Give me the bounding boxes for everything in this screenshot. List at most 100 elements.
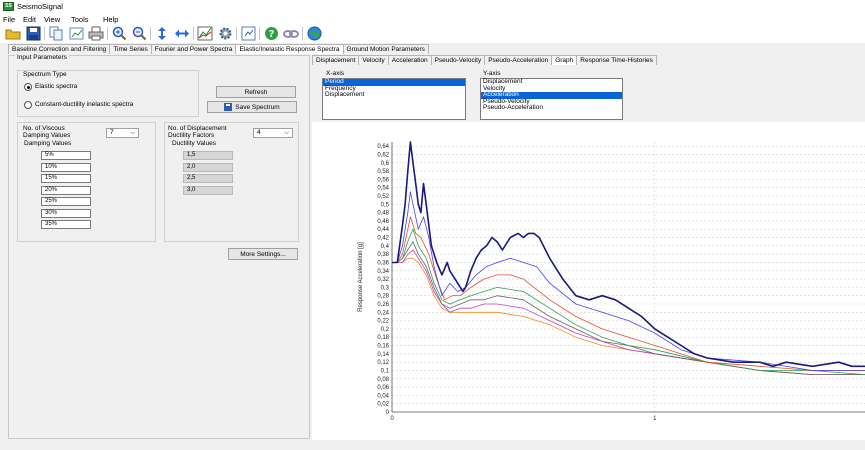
menu-help[interactable]: Help (103, 15, 118, 24)
y-axis-listbox[interactable]: Displacement Velocity Acceleration Pseud… (480, 78, 623, 120)
axis-selection-area: X-axis Period Frequency Displacement Y-a… (312, 65, 865, 122)
y-tick-label: 0,08 (377, 377, 389, 383)
viscous-label: No. of Viscous Damping Values (23, 125, 71, 139)
menu-tools[interactable]: Tools (71, 15, 89, 24)
refresh-label: Refresh (244, 88, 268, 96)
damping-cell[interactable]: 35% (41, 220, 91, 229)
elastic-radio[interactable] (24, 83, 32, 91)
chart-settings-icon[interactable] (196, 25, 214, 42)
ductility-label: No. of Displacement Ductility Factors (168, 125, 227, 139)
title-bar: SS SeismoSignal (0, 0, 865, 14)
globe-icon[interactable] (305, 25, 323, 42)
more-settings-button[interactable]: More Settings... (228, 248, 298, 260)
tab-baseline-correction[interactable]: Baseline Correction and Filtering (8, 44, 111, 54)
y-axis-label: Y-axis (483, 70, 501, 77)
damping-cell[interactable]: 20% (41, 185, 91, 195)
tab-pseudo-velocity[interactable]: Pseudo-Velocity (430, 55, 486, 65)
inelastic-label: Constant-ductility inelastic spectra (35, 101, 134, 108)
y-tick-label: 0,12 (377, 360, 389, 366)
tab-time-series[interactable]: Time Series (109, 44, 152, 54)
ductility-group: No. of Displacement Ductility Factors 4 ⌵ … (164, 122, 299, 242)
y-tick-label: 0,4 (381, 244, 390, 250)
y-tick-label: 0,14 (377, 352, 389, 358)
toolbar-separator (107, 27, 108, 40)
y-tick-label: 0,5 (381, 202, 390, 208)
print-icon[interactable] (87, 25, 105, 42)
y-tick-label: 0,18 (377, 335, 389, 341)
menu-file[interactable]: File (3, 15, 15, 24)
tab-acceleration[interactable]: Acceleration (387, 55, 432, 65)
y-tick-label: 0,04 (377, 393, 389, 399)
toolbar-separator (259, 27, 260, 40)
tab-fourier-power[interactable]: Fourier and Power Spectra (150, 44, 237, 54)
refresh-button[interactable]: Refresh (216, 86, 296, 98)
menu-view[interactable]: View (44, 15, 60, 24)
y-tick-label: 0,26 (377, 302, 389, 308)
damping-cell[interactable]: 5% (41, 151, 91, 160)
toolbar-separator (193, 27, 194, 40)
vertical-arrows-icon[interactable] (153, 25, 171, 42)
response-spectra-chart[interactable]: 0 0,02 0,04 0,06 0,08 0,1 0,12 0,14 0,16 0,18 0,2 0… (312, 122, 865, 440)
y-tick-label: 0,16 (377, 344, 389, 350)
more-settings-label: More Settings... (240, 250, 286, 258)
y-tick-label: 0,22 (377, 319, 389, 325)
save-spectrum-label: Save Spectrum (235, 103, 280, 111)
y-tick-label: 0,28 (377, 294, 389, 300)
open-folder-icon[interactable] (4, 25, 22, 42)
series-line (392, 216, 865, 371)
save-icon[interactable] (24, 25, 42, 42)
ductility-cell: 3,0 (183, 185, 233, 195)
damping-cell[interactable]: 25% (41, 197, 91, 206)
tab-velocity[interactable]: Velocity (358, 55, 389, 65)
zoom-in-icon[interactable] (110, 25, 128, 42)
viscous-count-select[interactable]: 7 ⌵ (106, 128, 139, 138)
y-tick-label: 0,62 (377, 152, 389, 158)
tab-ground-motion[interactable]: Ground Motion Parameters (342, 44, 429, 54)
tab-response-time-histories[interactable]: Response Time-Histories (576, 55, 657, 65)
tab-response-spectra[interactable]: Elastic/Inelastic Response Spectra (235, 44, 344, 54)
toolbar-separator (150, 27, 151, 40)
chart-copy-icon[interactable] (67, 25, 85, 42)
inelastic-radio[interactable] (24, 101, 32, 109)
copy-icon[interactable] (47, 25, 65, 42)
ductility-values-header: Ductility Values (172, 140, 216, 147)
y-tick-label: 0,24 (377, 310, 389, 316)
y-tick-label: 0,64 (377, 144, 389, 150)
ductility-cell: 1,5 (183, 151, 233, 160)
damping-cell[interactable]: 10% (41, 162, 91, 172)
zoom-out-icon[interactable] (130, 25, 148, 42)
toolbar: ? (0, 25, 865, 43)
tab-pseudo-acceleration[interactable]: Pseudo-Acceleration (484, 55, 553, 65)
toolbar-separator (44, 27, 45, 40)
damping-values-header: Damping Values (24, 140, 72, 147)
x-axis-option[interactable]: Displacement (323, 91, 465, 99)
x-axis-listbox[interactable]: Period Frequency Displacement (322, 78, 466, 120)
help-icon[interactable]: ? (262, 25, 280, 42)
panel-header: Input Parameters (15, 54, 69, 61)
x-tick-label: 1 (653, 416, 657, 422)
tab-graph[interactable]: Graph (551, 55, 578, 65)
toolbar-separator (236, 27, 237, 40)
save-spectrum-button[interactable]: Save Spectrum (207, 101, 297, 113)
menu-edit[interactable]: Edit (23, 15, 36, 24)
graph-panel: 0 0,02 0,04 0,06 0,08 0,1 0,12 0,14 0,16 0,18 0,2 0… (312, 122, 865, 440)
gear-icon[interactable] (216, 25, 234, 42)
link-icon[interactable] (282, 25, 300, 42)
ductility-count-select[interactable]: 4 ⌵ (253, 128, 293, 138)
export-icon[interactable] (239, 25, 257, 42)
spectrum-type-group: Spectrum Type Elastic spectra Constant-d… (17, 70, 199, 117)
y-tick-label: 0,46 (377, 219, 389, 225)
svg-text:?: ? (268, 29, 274, 40)
y-tick-label: 0,3 (381, 285, 390, 291)
tab-displacement[interactable]: Displacement (312, 55, 360, 65)
y-tick-label: 0,6 (381, 161, 390, 167)
y-tick-label: 0,02 (377, 402, 389, 408)
horizontal-arrows-icon[interactable] (173, 25, 191, 42)
save-icon (224, 103, 233, 111)
y-tick-label: 0 (386, 410, 390, 416)
damping-cell[interactable]: 30% (41, 208, 91, 218)
y-tick-label: 0,44 (377, 227, 389, 233)
input-parameters-panel: Input Parameters Spectrum Type Elastic s… (8, 54, 310, 439)
damping-cell[interactable]: 15% (41, 174, 91, 183)
y-axis-option[interactable]: Pseudo-Acceleration (481, 104, 622, 112)
